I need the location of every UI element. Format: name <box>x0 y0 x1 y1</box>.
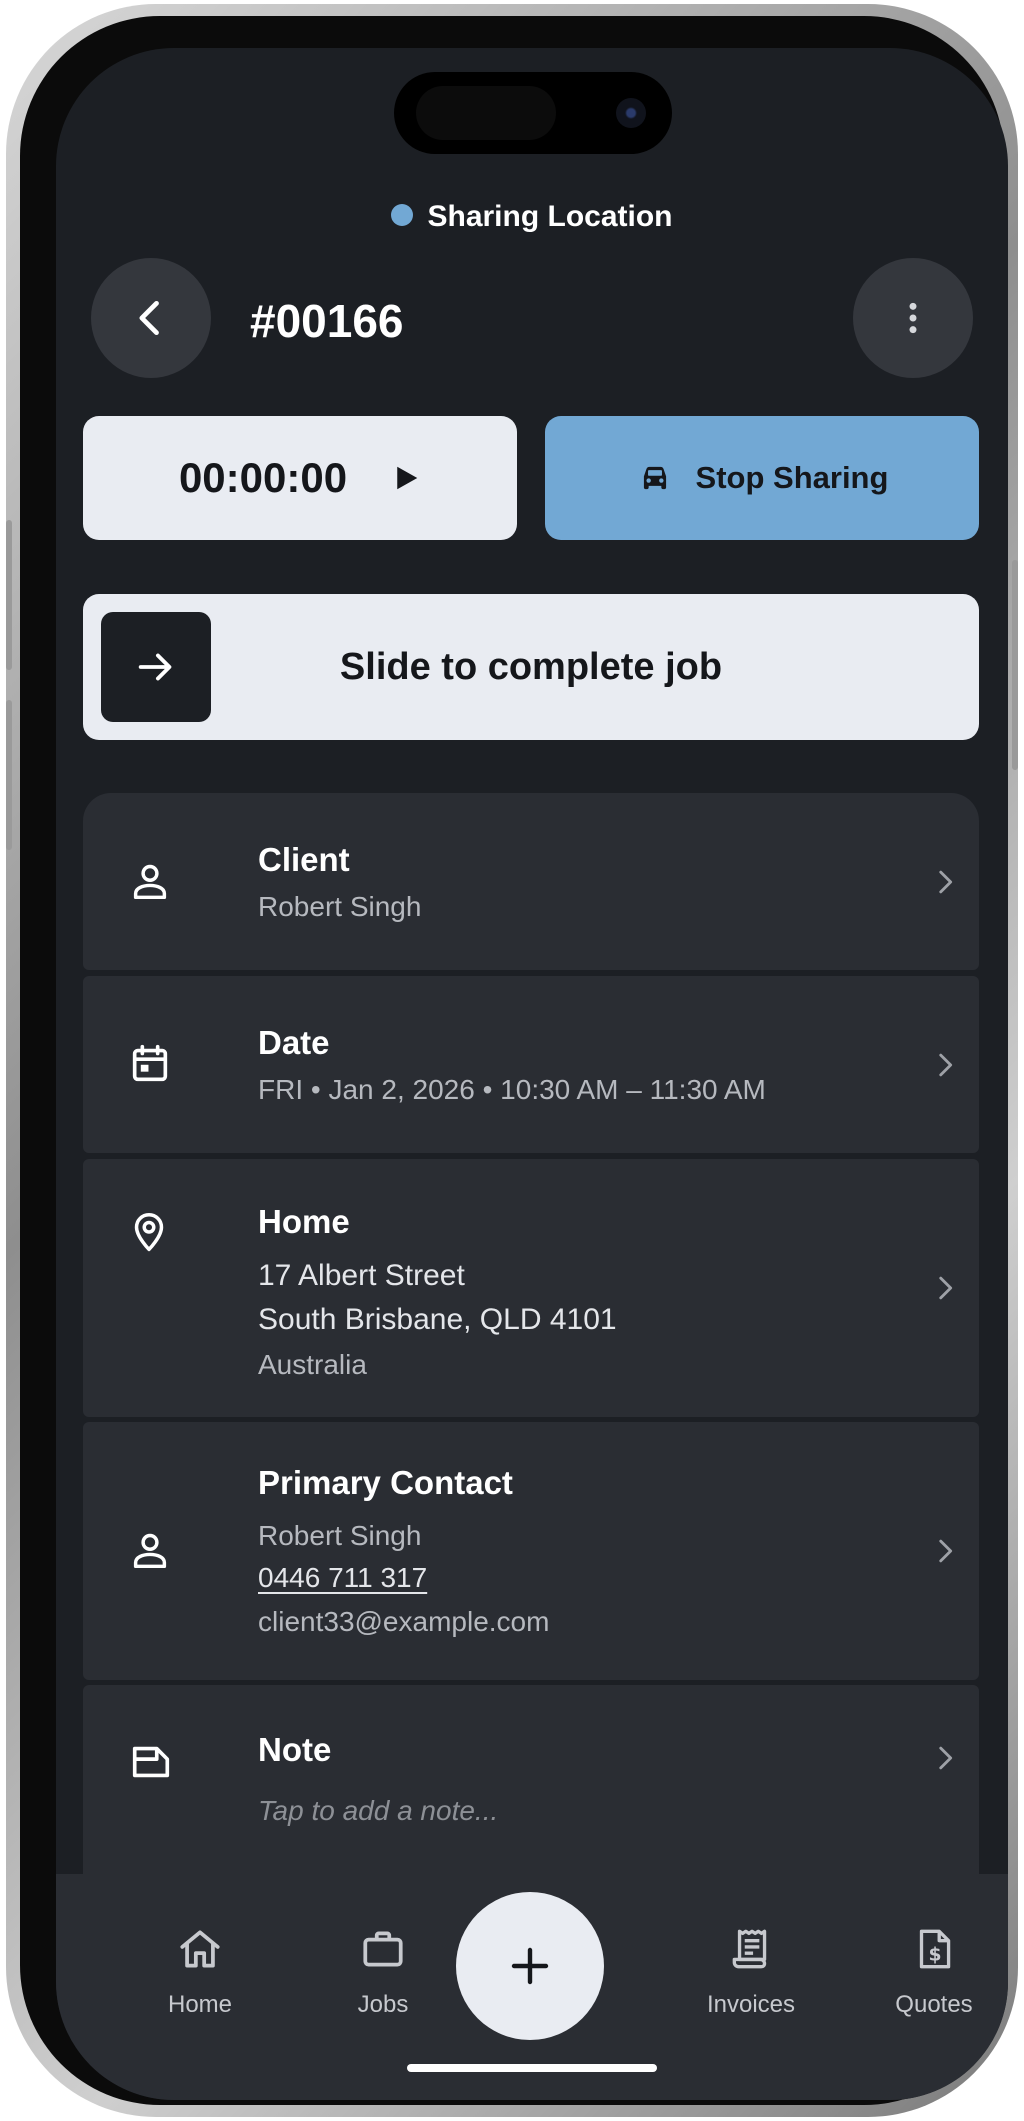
timer-button[interactable]: 00:00:00 <box>83 416 517 540</box>
chevron-right-icon <box>939 1746 953 1770</box>
sharing-location-status: Sharing Location <box>56 200 1008 234</box>
car-icon <box>643 466 666 490</box>
dynamic-island <box>394 72 672 154</box>
phone-frame: Sharing Location #00166 00:00:00 Stop Sh… <box>6 4 1018 2117</box>
back-button[interactable] <box>91 258 211 378</box>
note-icon <box>132 1746 170 1778</box>
more-vertical-icon <box>909 302 917 334</box>
client-card[interactable]: Client Robert Singh <box>83 793 979 970</box>
address-line2: South Brisbane, QLD 4101 <box>258 1303 617 1336</box>
contact-title: Primary Contact <box>258 1464 513 1501</box>
nav-home[interactable]: Home <box>125 1924 275 2019</box>
nav-jobs[interactable]: Jobs <box>308 1924 458 2019</box>
app-screen: Sharing Location #00166 00:00:00 Stop Sh… <box>56 48 1008 2100</box>
home-icon <box>180 1930 220 1968</box>
island-sensor <box>416 86 556 140</box>
date-card[interactable]: Date FRI • Jan 2, 2026 • 10:30 AM – 11:3… <box>83 976 979 1153</box>
chevron-left-icon <box>139 300 159 336</box>
status-label: Sharing Location <box>427 200 673 233</box>
quote-document-icon: $ <box>919 1929 951 1969</box>
svg-text:$: $ <box>929 1945 942 1966</box>
contact-email[interactable]: client33@example.com <box>258 1606 549 1638</box>
nav-jobs-label: Jobs <box>357 1991 409 2018</box>
phone-bezel: Sharing Location #00166 00:00:00 Stop Sh… <box>20 16 1008 2105</box>
date-title: Date <box>258 1024 330 1061</box>
more-options-button[interactable] <box>853 258 973 378</box>
address-title: Home <box>258 1203 350 1240</box>
volume-down-button <box>6 700 12 850</box>
slider-label: Slide to complete job <box>339 646 723 688</box>
briefcase-icon <box>363 1931 403 1967</box>
status-dot <box>391 204 414 227</box>
stop-sharing-label: Stop Sharing <box>695 460 889 495</box>
front-camera <box>616 98 646 128</box>
arrow-right-icon <box>138 653 172 681</box>
stop-sharing-button[interactable]: Stop Sharing <box>545 416 979 540</box>
home-indicator[interactable] <box>407 2064 657 2072</box>
slider-handle[interactable] <box>101 612 211 722</box>
play-icon <box>397 466 418 490</box>
note-placeholder[interactable]: Tap to add a note... <box>258 1795 498 1827</box>
date-value: FRI • Jan 2, 2026 • 10:30 AM – 11:30 AM <box>258 1074 766 1105</box>
nav-quotes-label: Quotes <box>895 1991 973 2018</box>
person-icon <box>133 864 167 900</box>
note-card[interactable]: Note Tap to add a note... <box>83 1685 979 1885</box>
chevron-right-icon <box>939 1053 953 1077</box>
volume-up-button <box>6 520 12 670</box>
side-button <box>1012 560 1018 770</box>
chevron-right-icon <box>939 1276 953 1300</box>
contact-name: Robert Singh <box>258 1520 422 1551</box>
client-name: Robert Singh <box>258 891 422 922</box>
address-line1: 17 Albert Street <box>258 1259 465 1292</box>
nav-quotes[interactable]: $ Quotes <box>859 1924 1008 2019</box>
person-icon <box>133 1533 167 1569</box>
nav-home-label: Home <box>167 1991 233 2018</box>
note-title: Note <box>258 1731 332 1768</box>
address-country: Australia <box>258 1349 367 1380</box>
location-pin-icon <box>134 1213 164 1252</box>
plus-icon <box>511 1947 549 1985</box>
client-title: Client <box>258 841 350 878</box>
chevron-right-icon <box>939 1539 953 1563</box>
calendar-icon <box>132 1044 168 1082</box>
chevron-right-icon <box>939 870 953 894</box>
nav-invoices-label: Invoices <box>706 1991 796 2018</box>
job-number-title: #00166 <box>250 295 404 347</box>
address-card[interactable]: Home 17 Albert Street South Brisbane, QL… <box>83 1159 979 1417</box>
receipt-icon <box>732 1929 767 1969</box>
nav-invoices[interactable]: Invoices <box>676 1924 826 2019</box>
slide-to-complete[interactable]: Slide to complete job <box>83 594 979 740</box>
contact-phone-link[interactable]: 0446 711 317 <box>258 1562 427 1594</box>
timer-value: 00:00:00 <box>178 454 348 501</box>
add-button[interactable] <box>456 1892 604 2040</box>
primary-contact-card[interactable]: Primary Contact Robert Singh 0446 711 31… <box>83 1422 979 1680</box>
